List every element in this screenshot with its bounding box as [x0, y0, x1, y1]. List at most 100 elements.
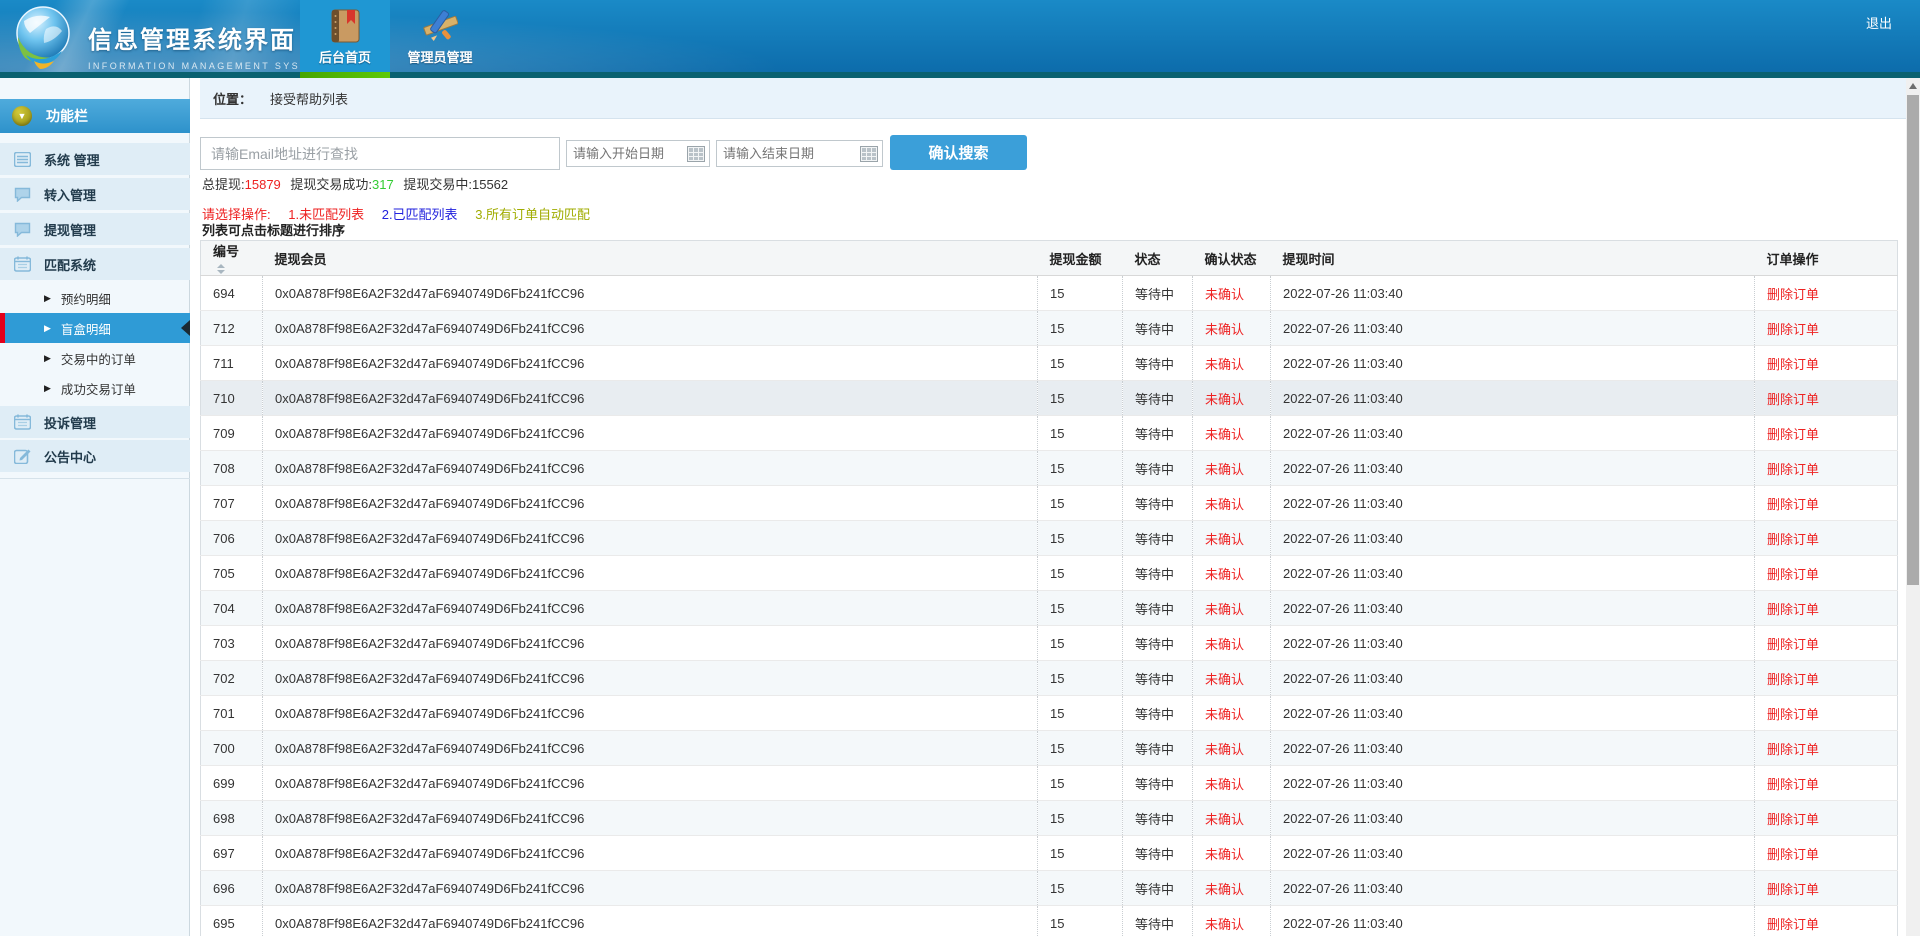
- end-date-input[interactable]: [717, 141, 860, 166]
- cell-amount: 15: [1038, 416, 1123, 451]
- header-amount[interactable]: 提现金额: [1038, 241, 1123, 276]
- confirm-search-button[interactable]: 确认搜索: [890, 135, 1027, 170]
- cell-time: 2022-07-26 11:03:40: [1271, 451, 1755, 486]
- sidebar-subitem-reservation-detail[interactable]: ▶ 预约明细: [0, 283, 190, 313]
- header-member[interactable]: 提现会员: [263, 241, 1038, 276]
- header-id[interactable]: 编号: [201, 241, 263, 276]
- breadcrumb-label: 位置：: [213, 89, 252, 108]
- cell-member: 0x0A878Ff98E6A2F32d47aF6940749D6Fb241fCC…: [263, 556, 1038, 591]
- delete-order-link[interactable]: 删除订单: [1767, 672, 1819, 687]
- cell-time: 2022-07-26 11:03:40: [1271, 346, 1755, 381]
- calendar-picker-icon[interactable]: [687, 146, 705, 162]
- sidebar-item-transfer-in[interactable]: 转入管理: [0, 178, 190, 210]
- cell-confirm: 未确认: [1193, 276, 1271, 311]
- sidebar-funcbar-toggle[interactable]: ▼ 功能栏: [0, 99, 190, 133]
- cell-member: 0x0A878Ff98E6A2F32d47aF6940749D6Fb241fCC…: [263, 626, 1038, 661]
- delete-order-link[interactable]: 删除订单: [1767, 882, 1819, 897]
- logout-button[interactable]: 退出: [1866, 13, 1892, 32]
- delete-order-link[interactable]: 删除订单: [1767, 322, 1819, 337]
- table-row: 706 0x0A878Ff98E6A2F32d47aF6940749D6Fb24…: [201, 521, 1898, 556]
- header-confirm-status[interactable]: 确认状态: [1193, 241, 1271, 276]
- breadcrumb: 位置： 接受帮助列表: [200, 78, 1906, 119]
- delete-order-link[interactable]: 删除订单: [1767, 777, 1819, 792]
- table-row: 708 0x0A878Ff98E6A2F32d47aF6940749D6Fb24…: [201, 451, 1898, 486]
- sidebar-subitem-trading-orders[interactable]: ▶ 交易中的订单: [0, 343, 190, 373]
- cell-time: 2022-07-26 11:03:40: [1271, 731, 1755, 766]
- delete-order-link[interactable]: 删除订单: [1767, 392, 1819, 407]
- cell-id: 706: [201, 521, 263, 556]
- cell-time: 2022-07-26 11:03:40: [1271, 521, 1755, 556]
- delete-order-link[interactable]: 删除订单: [1767, 707, 1819, 722]
- tab-label: 后台首页: [319, 47, 371, 66]
- email-search-input[interactable]: [200, 137, 560, 170]
- sidebar-item-label: 公告中心: [44, 447, 96, 466]
- sidebar-item-match-system[interactable]: 匹配系统: [0, 248, 190, 280]
- header-tabs: 后台首页 管理员管理: [300, 0, 490, 72]
- delete-order-link[interactable]: 删除订单: [1767, 812, 1819, 827]
- calendar-picker-icon[interactable]: [860, 146, 878, 162]
- sidebar-subitem-success-orders[interactable]: ▶ 成功交易订单: [0, 373, 190, 403]
- vertical-scrollbar[interactable]: [1906, 78, 1920, 936]
- scroll-up-arrow-icon[interactable]: [1906, 78, 1920, 94]
- header-withdraw-time[interactable]: 提现时间: [1271, 241, 1755, 276]
- cell-member: 0x0A878Ff98E6A2F32d47aF6940749D6Fb241fCC…: [263, 731, 1038, 766]
- total-withdraw-value: 15879: [245, 177, 281, 192]
- header-status[interactable]: 状态: [1123, 241, 1193, 276]
- main-content: 位置： 接受帮助列表 确认搜索 总提现:15879 提现交易成功:317 提现交…: [200, 78, 1906, 936]
- scrollbar-thumb[interactable]: [1907, 95, 1919, 585]
- cell-confirm: 未确认: [1193, 346, 1271, 381]
- delete-order-link[interactable]: 删除订单: [1767, 427, 1819, 442]
- cell-amount: 15: [1038, 451, 1123, 486]
- cell-status: 等待中: [1123, 381, 1193, 416]
- delete-order-link[interactable]: 删除订单: [1767, 357, 1819, 372]
- cell-confirm: 未确认: [1193, 311, 1271, 346]
- delete-order-link[interactable]: 删除订单: [1767, 497, 1819, 512]
- delete-order-link[interactable]: 删除订单: [1767, 742, 1819, 757]
- delete-order-link[interactable]: 删除订单: [1767, 917, 1819, 932]
- cell-time: 2022-07-26 11:03:40: [1271, 416, 1755, 451]
- link-auto-match-all[interactable]: 3.所有订单自动匹配: [475, 207, 590, 222]
- cell-id: 703: [201, 626, 263, 661]
- delete-order-link[interactable]: 删除订单: [1767, 287, 1819, 302]
- tab-label: 管理员管理: [407, 47, 472, 66]
- pending-label: 提现交易中:: [403, 177, 472, 192]
- delete-order-link[interactable]: 删除订单: [1767, 532, 1819, 547]
- cell-member: 0x0A878Ff98E6A2F32d47aF6940749D6Fb241fCC…: [263, 381, 1038, 416]
- sidebar-subitem-blindbox-detail[interactable]: ▶ 盲盒明细: [0, 313, 190, 343]
- cell-status: 等待中: [1123, 836, 1193, 871]
- sidebar-item-complaint-manage[interactable]: 投诉管理: [0, 406, 190, 438]
- cell-member: 0x0A878Ff98E6A2F32d47aF6940749D6Fb241fCC…: [263, 591, 1038, 626]
- cell-time: 2022-07-26 11:03:40: [1271, 486, 1755, 521]
- cell-status: 等待中: [1123, 591, 1193, 626]
- success-label: 提现交易成功:: [290, 177, 372, 192]
- sidebar-item-withdraw-manage[interactable]: 提现管理: [0, 213, 190, 245]
- start-date-input[interactable]: [567, 141, 687, 166]
- table-row: 704 0x0A878Ff98E6A2F32d47aF6940749D6Fb24…: [201, 591, 1898, 626]
- book-icon: [329, 5, 361, 47]
- sidebar-item-announcement-center[interactable]: 公告中心: [0, 440, 190, 472]
- table-row: 699 0x0A878Ff98E6A2F32d47aF6940749D6Fb24…: [201, 766, 1898, 801]
- delete-order-link[interactable]: 删除订单: [1767, 567, 1819, 582]
- table-row: 709 0x0A878Ff98E6A2F32d47aF6940749D6Fb24…: [201, 416, 1898, 451]
- cell-amount: 15: [1038, 276, 1123, 311]
- cell-confirm: 未确认: [1193, 626, 1271, 661]
- sidebar-item-system-manage[interactable]: 系统 管理: [0, 143, 190, 175]
- cell-status: 等待中: [1123, 521, 1193, 556]
- delete-order-link[interactable]: 删除订单: [1767, 637, 1819, 652]
- delete-order-link[interactable]: 删除订单: [1767, 847, 1819, 862]
- cell-amount: 15: [1038, 556, 1123, 591]
- cell-member: 0x0A878Ff98E6A2F32d47aF6940749D6Fb241fCC…: [263, 661, 1038, 696]
- sidebar: ▼ 功能栏 系统 管理 转入管理 提现管理 匹配系统 ▶ 预约明细 ▶ 盲盒明细…: [0, 78, 190, 936]
- delete-order-link[interactable]: 删除订单: [1767, 462, 1819, 477]
- cell-id: 702: [201, 661, 263, 696]
- header-order-action[interactable]: 订单操作: [1755, 241, 1898, 276]
- tab-admin-manage[interactable]: 管理员管理: [390, 0, 490, 72]
- tab-backend-home[interactable]: 后台首页: [300, 0, 390, 72]
- delete-order-link[interactable]: 删除订单: [1767, 602, 1819, 617]
- cell-status: 等待中: [1123, 801, 1193, 836]
- cell-amount: 15: [1038, 591, 1123, 626]
- link-matched-list[interactable]: 2.已匹配列表: [382, 207, 458, 222]
- cell-member: 0x0A878Ff98E6A2F32d47aF6940749D6Fb241fCC…: [263, 836, 1038, 871]
- sort-icon[interactable]: [217, 264, 225, 274]
- cell-confirm: 未确认: [1193, 801, 1271, 836]
